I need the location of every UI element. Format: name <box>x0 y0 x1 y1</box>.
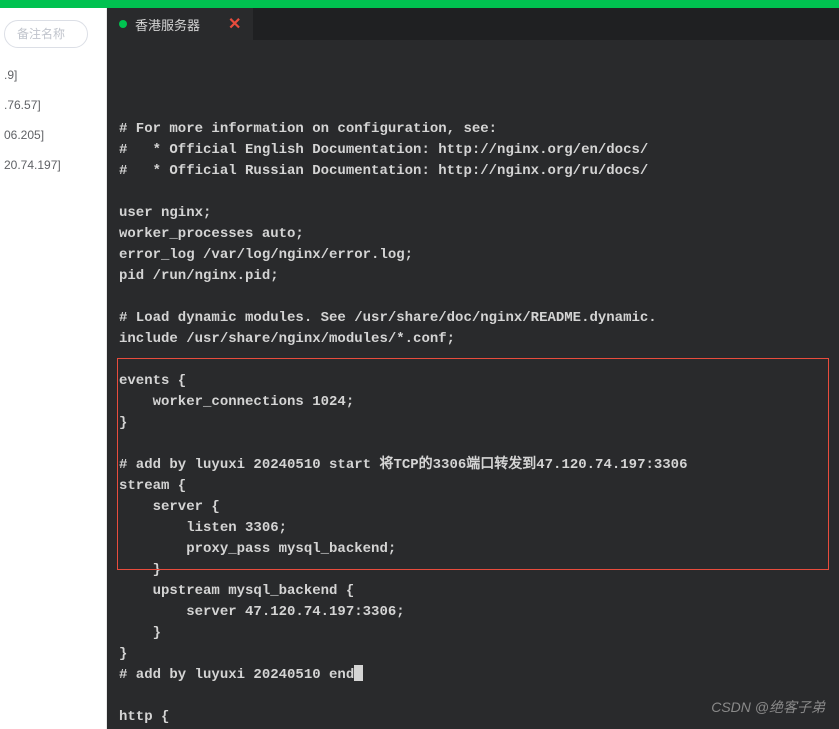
editor-line: # * Official Russian Documentation: http… <box>119 161 827 182</box>
sidebar-item[interactable]: .9] <box>0 60 106 90</box>
close-icon[interactable]: ✕ <box>228 14 241 34</box>
editor-content[interactable]: # For more information on configuration,… <box>107 40 839 729</box>
status-dot-icon <box>119 20 127 28</box>
editor-line: # For more information on configuration,… <box>119 119 827 140</box>
editor-line: server { <box>119 497 827 518</box>
editor-line <box>119 182 827 203</box>
editor-line: listen 3306; <box>119 518 827 539</box>
editor-line: worker_processes auto; <box>119 224 827 245</box>
tab-title: 香港服务器 <box>135 15 200 34</box>
editor-line: error_log /var/log/nginx/error.log; <box>119 245 827 266</box>
tab-bar: 香港服务器 ✕ <box>107 8 839 40</box>
editor-line <box>119 287 827 308</box>
sidebar-item[interactable]: .76.57] <box>0 90 106 120</box>
editor-line: worker_connections 1024; <box>119 392 827 413</box>
editor-line: # add by luyuxi 20240510 start 将TCP的3306… <box>119 455 827 476</box>
main-container: .9] .76.57] 06.205] 20.74.197] 香港服务器 ✕ #… <box>0 8 839 729</box>
editor-line: user nginx; <box>119 203 827 224</box>
editor-line: server 47.120.74.197:3306; <box>119 602 827 623</box>
editor-line <box>119 350 827 371</box>
editor-line: events { <box>119 371 827 392</box>
watermark: CSDN @绝客子弟 <box>711 697 825 717</box>
search-input[interactable] <box>4 20 88 48</box>
sidebar: .9] .76.57] 06.205] 20.74.197] <box>0 8 107 729</box>
editor-line: } <box>119 644 827 665</box>
editor-line: pid /run/nginx.pid; <box>119 266 827 287</box>
editor-line: upstream mysql_backend { <box>119 581 827 602</box>
sidebar-item[interactable]: 20.74.197] <box>0 150 106 180</box>
editor-line: # * Official English Documentation: http… <box>119 140 827 161</box>
editor-line: # add by luyuxi 20240510 end <box>119 665 827 686</box>
main-panel: 香港服务器 ✕ # For more information on config… <box>107 8 839 729</box>
editor-line: # Load dynamic modules. See /usr/share/d… <box>119 308 827 329</box>
editor-line: proxy_pass mysql_backend; <box>119 539 827 560</box>
editor-line: } <box>119 623 827 644</box>
tab-active[interactable]: 香港服务器 ✕ <box>107 8 253 40</box>
editor-line <box>119 434 827 455</box>
editor-line: } <box>119 560 827 581</box>
top-accent-bar <box>0 0 839 8</box>
sidebar-item[interactable]: 06.205] <box>0 120 106 150</box>
editor-line: include /usr/share/nginx/modules/*.conf; <box>119 329 827 350</box>
editor-line: stream { <box>119 476 827 497</box>
editor-line: } <box>119 413 827 434</box>
cursor-icon <box>354 665 363 681</box>
